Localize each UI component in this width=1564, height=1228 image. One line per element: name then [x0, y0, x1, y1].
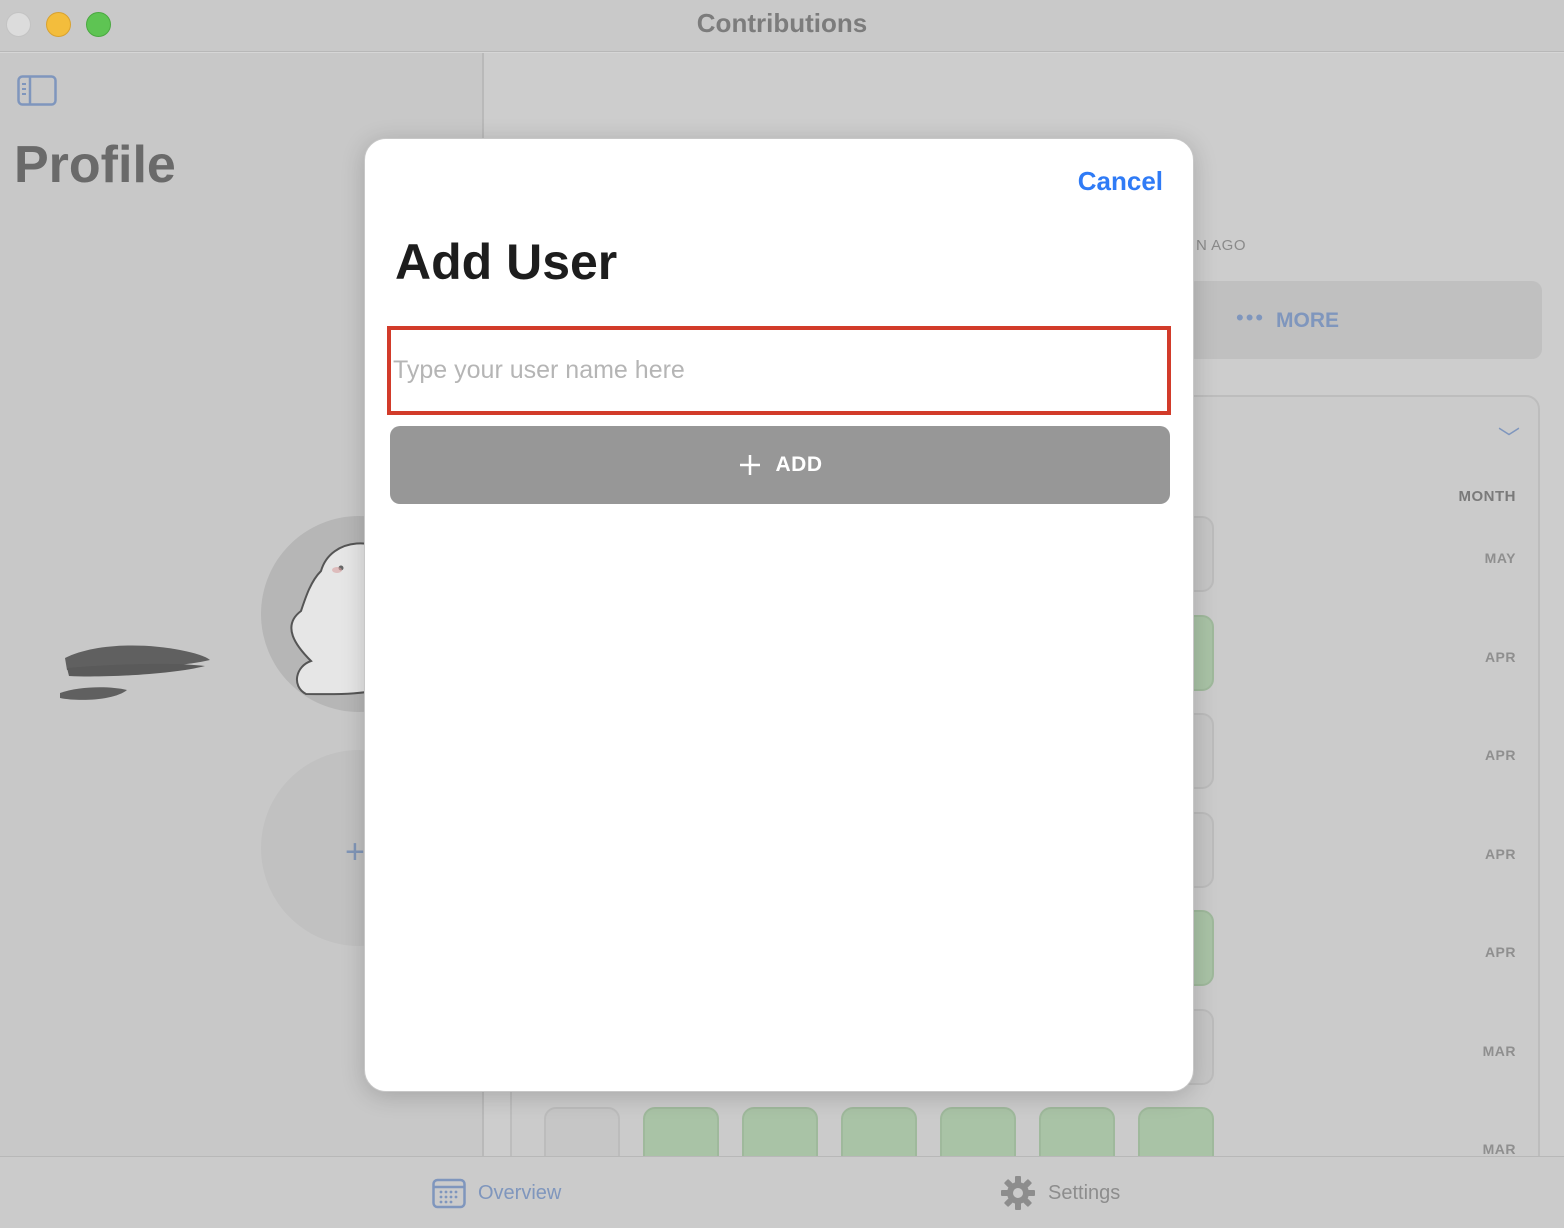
- month-label: APR: [1484, 747, 1516, 763]
- add-user-dialog: Cancel Add User ADD: [364, 138, 1194, 1092]
- sidebar-toggle-icon[interactable]: [17, 75, 57, 107]
- month-label: APR: [1484, 846, 1516, 862]
- cancel-button[interactable]: Cancel: [1078, 166, 1163, 197]
- tab-overview[interactable]: Overview: [432, 1157, 561, 1228]
- month-label: APR: [1484, 944, 1516, 960]
- tab-settings[interactable]: Settings: [1000, 1157, 1120, 1228]
- add-user-button[interactable]: ADD: [390, 426, 1170, 504]
- add-account-plus-icon: +: [345, 833, 365, 871]
- add-button-label: ADD: [775, 453, 823, 476]
- username-field[interactable]: [387, 326, 1171, 415]
- plus-icon: [739, 455, 760, 475]
- month-label: APR: [1484, 649, 1516, 665]
- username-input[interactable]: [391, 330, 1167, 411]
- calendar-icon: [432, 1178, 466, 1209]
- title-bar: Contributions: [0, 0, 1564, 52]
- chevron-down-icon[interactable]: ﹀: [1498, 421, 1520, 453]
- redacted-username-scribble: [60, 645, 210, 700]
- month-column-header: MONTH: [1458, 488, 1516, 505]
- window-title: Contributions: [696, 8, 868, 38]
- month-label: MAY: [1484, 550, 1516, 566]
- month-label: MAR: [1482, 1043, 1516, 1059]
- more-button-label: MORE: [1276, 309, 1339, 332]
- tab-bar: Overview Settings: [0, 1156, 1564, 1228]
- dialog-title: Add User: [395, 234, 618, 290]
- gear-icon: [1001, 1176, 1035, 1210]
- updated-ago-label: N AGO: [1196, 237, 1247, 254]
- ellipsis-icon: •••: [1236, 305, 1266, 330]
- month-label: MAR: [1482, 1141, 1516, 1157]
- profile-title: Profile: [14, 136, 176, 194]
- tab-settings-label: Settings: [1048, 1181, 1121, 1204]
- tab-overview-label: Overview: [478, 1181, 562, 1204]
